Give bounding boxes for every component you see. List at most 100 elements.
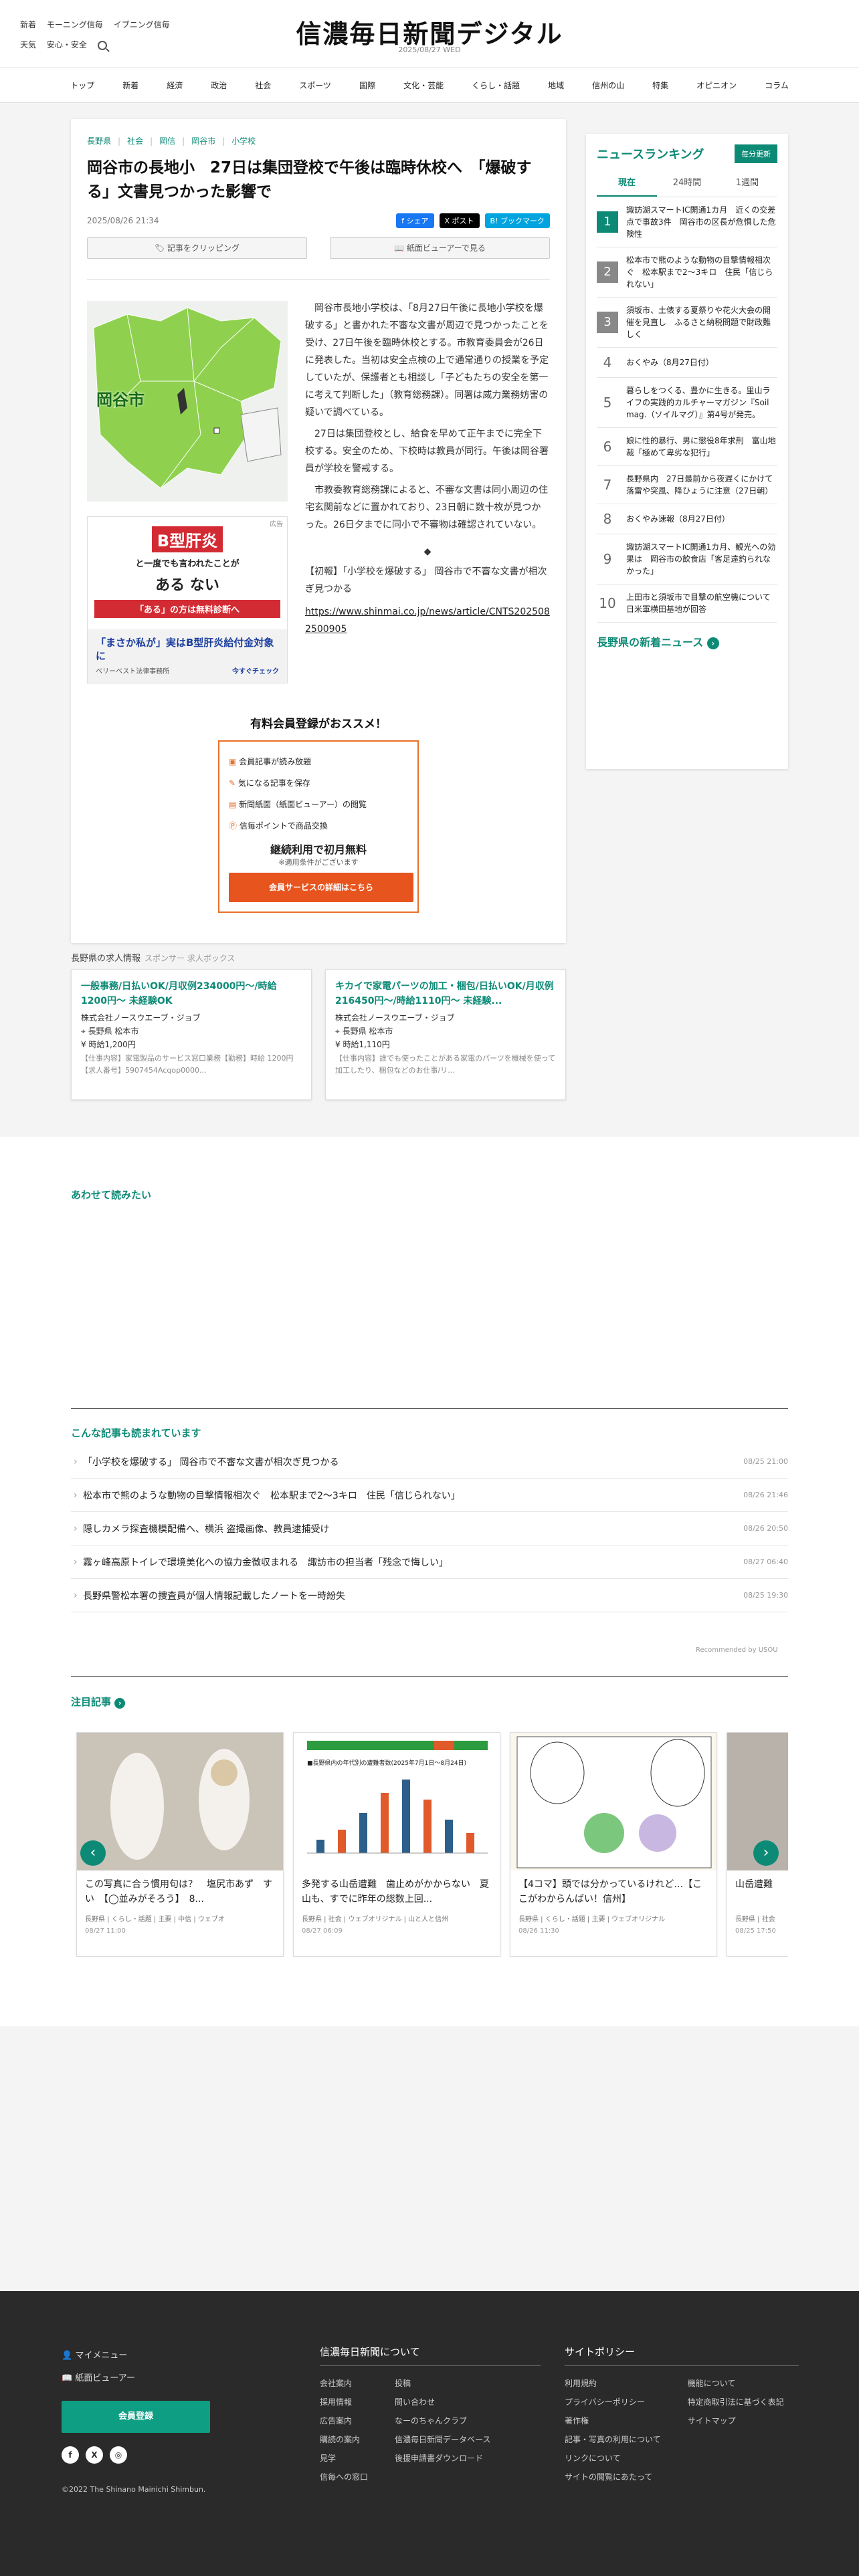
tag[interactable]: 小学校 [222,136,256,146]
newspaper-icon: ▤ [229,800,240,809]
nav-item[interactable]: くらし・話題 [458,68,534,103]
membership-promo: 有料会員登録がおススメ！ ▣ 会員記事が読み放題 ✎ 気になる記事を保存 ▤ 新… [87,714,550,913]
footer-link[interactable]: 機能について [688,2374,784,2393]
featured-card[interactable]: 【4コマ】頭では分かっているけれど…【ここがわからんばい！信州】 長野県 | く… [510,1732,717,1957]
article-body: 岡谷市長地小学校は、「8月27日午後に長地小学校を爆破する」と書かれた不審な文書… [305,300,550,638]
ranking-item[interactable]: 1 諏訪湖スマートIC開通1カ月 近くの交差点で事故3件 岡谷市の区長が危惧した危… [597,197,777,247]
footer-link[interactable]: 見学 [320,2449,368,2468]
ranking-item[interactable]: 8 おくやみ速報（8月27日付） [597,504,777,534]
x-icon[interactable]: X [86,2446,103,2464]
featured-card[interactable]: この写真に合う慣用句は？ 塩尻市あず すい 【◯並みがそろう】 8... 長野県… [76,1732,284,1957]
ranking-item[interactable]: 10 上田市と須坂市で目撃の航空機について日米軍横田基地が回答 [597,584,777,623]
nav-item[interactable]: 特集 [638,68,682,103]
facebook-share-button[interactable]: f シェア [396,213,434,228]
register-button[interactable]: 会員登録 [62,2401,210,2433]
facebook-icon[interactable]: f [62,2446,79,2464]
list-item[interactable]: 隠しカメラ探査機模配備へ、横浜 盗撮画像、教員逮捕受け08/26 20:50 [71,1512,788,1545]
footer-link[interactable]: 信毎への窓口 [320,2468,368,2486]
nav-item[interactable]: 信州の山 [578,68,638,103]
footer-link[interactable]: サイトマップ [688,2411,784,2430]
tag[interactable]: 社会 [118,136,143,146]
yen-icon: ¥ [81,1040,89,1049]
footer-link[interactable]: 後援申請書ダウンロード [395,2449,490,2468]
nav-item[interactable]: 地域 [534,68,578,103]
tag[interactable]: 岡信 [150,136,175,146]
footer-link[interactable]: リンクについて [565,2449,661,2468]
list-item[interactable]: 「小学校を爆破する」 岡谷市で不審な文書が相次ぎ見つかる08/25 21:00 [71,1445,788,1479]
hatena-bookmark-button[interactable]: B! ブックマーク [484,213,550,228]
location-icon: ⌖ [81,1027,88,1036]
footer-link[interactable]: 著作権 [565,2411,661,2430]
job-card[interactable]: キカイで家電パーツの加工・梱包/日払いOK/月収例216450円～/時給1110… [325,969,566,1100]
footer-link[interactable]: 利用規約 [565,2374,661,2393]
ad-cta-link[interactable]: 今すぐチェック [232,665,279,675]
carousel-next-button[interactable]: › [753,1840,779,1866]
policy-title: サイトポリシー [565,2345,799,2366]
nav-item[interactable]: 経済 [153,68,197,103]
tab-week[interactable]: 1週間 [717,171,777,197]
arrow-right-icon: › [706,637,719,649]
divider-diamond: ◆ [423,546,432,557]
nav-item[interactable]: トップ [56,68,108,103]
nav-item[interactable]: オピニオン [682,68,751,103]
nav-item[interactable]: 政治 [197,68,241,103]
footer-link[interactable]: 信濃毎日新聞データベース [395,2430,490,2449]
footer-link[interactable]: 購読の案内 [320,2430,368,2449]
advertisement[interactable]: 広告 B型肝炎 と一度でも言われたことが ある ない 「ある」の方は無料診断へ … [87,516,288,683]
ranking-item[interactable]: 3 須坂市、土俵する夏祭りや花火大会の開催を見直し ふるさと納税問題で財政難しく [597,298,777,348]
ranking-item[interactable]: 5 暮らしをつくる、豊かに生きる。里山ライフの実践的カルチャーマガジン『Soil … [597,378,777,428]
footer-link[interactable]: 問い合わせ [395,2393,490,2411]
list-item[interactable]: 霧ヶ峰高原トイレで環境美化への協力金徴収まれる 諏訪市の担当者「残念で悔しい」0… [71,1545,788,1579]
instagram-icon[interactable]: ◎ [110,2446,127,2464]
nav-item[interactable]: コラム [751,68,803,103]
ranking-item[interactable]: 4 おくやみ（8月27日付） [597,348,777,378]
ranking-item[interactable]: 2 松本市で熊のような動物の目撃情報相次ぐ 松本駅まで2～3キロ 住民「信じられな… [597,247,777,298]
footer-link[interactable]: 特定商取引法に基づく表記 [688,2393,784,2411]
x-post-button[interactable]: X ポスト [439,213,480,228]
tag[interactable]: 岡谷市 [182,136,215,146]
viewer-button[interactable]: 📖 紙面ビューアーで見る [330,237,550,259]
ranking-item[interactable]: 9 諏訪湖スマートIC開通1カ月、観光への効果は 岡谷市の飲食店「客足遠釣られなか… [597,534,777,584]
nav-item[interactable]: 文化・芸能 [389,68,458,103]
nav-item[interactable]: 国際 [345,68,389,103]
share-buttons: f シェア X ポスト B! ブックマーク [396,213,550,228]
job-listings: 長野県の求人情報 スポンサー 求人ボックス 一般事務/日払いOK/月収例23400… [71,951,566,1100]
list-item[interactable]: 長野県警松本署の捜査員が個人情報記載したノートを一時紛失08/25 19:30 [71,1579,788,1612]
nagano-news-link[interactable]: 長野県の新着ニュース › [597,633,777,649]
related-text: 【初報】「小学校を爆破する」 岡谷市で不審な文書が相次ぎ見つかる [305,566,547,595]
header-date: 2025/08/27 WED [398,45,461,54]
footer-link[interactable]: 広告案内 [320,2411,368,2430]
related-link[interactable]: https://www.shinmai.co.jp/news/article/C… [305,603,550,638]
job-card[interactable]: 一般事務/日払いOK/月収例234000円～/時給1200円～ 未経験OK 株式… [71,969,312,1100]
tab-now[interactable]: 現在 [597,171,657,197]
ranking-item[interactable]: 6 娘に性的暴行、男に懲役8年求刑 富山地裁「極めて卑劣な犯行」 [597,428,777,466]
footer-link[interactable]: サイトの閲覧にあたって [565,2468,661,2486]
footer-link[interactable]: 採用情報 [320,2393,368,2411]
clip-button[interactable]: 🏷 記事をクリッピング [87,237,307,259]
footer-link[interactable]: プライバシーポリシー [565,2393,661,2411]
nav-item[interactable]: 社会 [241,68,285,103]
tab-24h[interactable]: 24時間 [657,171,717,197]
thumbnail-bar [423,1800,432,1853]
footer-link[interactable]: 記事・写真の利用について [565,2430,661,2449]
footer-link[interactable]: なーのちゃんクラブ [395,2411,490,2430]
mymenu-link[interactable]: 👤 マイメニュー [62,2345,215,2367]
viewer-link[interactable]: 📖 紙面ビューアー [62,2367,215,2390]
nav-item[interactable]: 新着 [108,68,153,103]
footer-link[interactable]: 投稿 [395,2374,490,2393]
site-logo[interactable]: 信濃毎日新聞デジタル [0,13,859,50]
carousel-prev-button[interactable]: ‹ [80,1840,106,1866]
nav-item[interactable]: スポーツ [285,68,345,103]
ranking-item[interactable]: 7 長野県内 27日最前から夜遅くにかけて落雷や突風、降ひょうに注意（27日朝） [597,466,777,504]
jobs-title: 長野県の求人情報 [71,954,141,964]
news-ranking: ニュースランキング 毎分更新 現在 24時間 1週間 1 諏訪湖スマートIC開通1… [586,134,788,769]
also-read-title: あわせて読みたい [71,1189,152,1201]
footer-link[interactable]: 会社案内 [320,2374,368,2393]
membership-details-button[interactable]: 会員サービスの詳細はこちら [229,873,413,902]
featured-card[interactable]: ■長野県内の年代別の遭難者数(2025年7月1日〜8月24日) 多発する山岳遭難… [293,1732,500,1957]
promo-item: ✎ 気になる記事を保存 [229,778,310,788]
tag[interactable]: 長野県 [87,136,111,146]
arrow-right-icon[interactable]: › [114,1698,126,1709]
promo-offer: 継続利用で初月無料 [270,843,367,856]
list-item[interactable]: 松本市で熊のような動物の目撃情報相次ぐ 松本駅まで2～3キロ 住民「信じられない… [71,1479,788,1512]
